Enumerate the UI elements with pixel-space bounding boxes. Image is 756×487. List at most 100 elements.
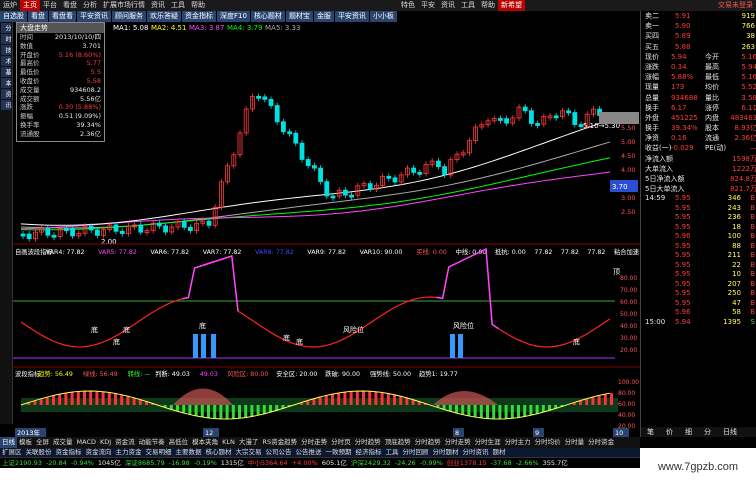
function-tab[interactable]: 深度F10 <box>217 11 250 22</box>
function-tab[interactable]: 看盘 <box>28 11 48 22</box>
tool-tab[interactable]: 关联股份 <box>24 448 54 457</box>
tool-tab[interactable]: 公司公告 <box>264 448 294 457</box>
indicator-tab[interactable]: 模板 <box>17 437 34 448</box>
quote-value: 483463 <box>730 113 756 122</box>
menu-item[interactable]: 扩展市场行情 <box>100 0 148 11</box>
menu-item[interactable]: 工具 <box>458 0 478 11</box>
tool-tab[interactable]: 工具 <box>384 448 401 457</box>
tick-direction: B <box>750 232 755 241</box>
indicator-tab[interactable]: 资金流 <box>113 437 137 448</box>
indicator-tab[interactable]: 分时主力 <box>503 437 533 448</box>
login-status[interactable]: 交易未登录 <box>715 0 756 11</box>
wave-bar <box>45 397 49 405</box>
tool-tab[interactable]: 公告推送 <box>294 448 324 457</box>
tool-tab[interactable]: 分时回顾 <box>401 448 431 457</box>
price-axis-label: 5.50 <box>621 124 635 132</box>
indicator-tab[interactable]: 分时资金 <box>586 437 616 448</box>
left-strip-button[interactable]: 时 <box>1 34 11 44</box>
menu-item[interactable]: 看盘 <box>60 0 80 11</box>
info-row: 振幅 0.51 (9.09%) <box>17 112 104 121</box>
left-strip-button[interactable]: 术 <box>1 56 11 66</box>
indicator-tab[interactable]: MACD <box>75 437 98 448</box>
wave-bar <box>386 393 390 405</box>
quote-tab[interactable]: 分 <box>698 427 717 437</box>
indicator-tab[interactable]: 日线 <box>0 437 17 448</box>
function-tab[interactable]: 平安资讯 <box>334 11 369 22</box>
left-strip-button[interactable]: 资 <box>1 89 11 99</box>
indicator-tab[interactable]: 分时趋势 <box>353 437 383 448</box>
menu-item[interactable]: 特色 <box>398 0 418 11</box>
candle-body <box>435 160 441 167</box>
left-strip-button[interactable]: 技 <box>1 45 11 55</box>
indicator-tab[interactable]: 顶底趋势 <box>383 437 413 448</box>
tool-tab[interactable]: 核心题材 <box>204 448 234 457</box>
candle-body <box>392 177 398 183</box>
indicator-tab[interactable]: 分时趋势 <box>413 437 443 448</box>
tool-tab[interactable]: 大宗交易 <box>234 448 264 457</box>
tool-tab[interactable]: 一致预期 <box>324 448 354 457</box>
function-tab[interactable]: 题材宝 <box>285 11 313 22</box>
tick-volume: 100 <box>727 232 741 241</box>
indicator-tab[interactable]: 全屏 <box>34 437 51 448</box>
menu-item[interactable]: 资讯 <box>438 0 458 11</box>
indicator-tab[interactable]: 高低位 <box>167 437 191 448</box>
indicator-tab[interactable]: 分时走势 <box>443 437 473 448</box>
wave-bar <box>194 405 198 416</box>
indicator-tab[interactable]: KLN <box>220 437 237 448</box>
tool-tab[interactable]: 资金指标 <box>54 448 84 457</box>
indicator-tab[interactable]: 大漫了 <box>237 437 261 448</box>
indicator-tab[interactable]: 分时量 <box>563 437 587 448</box>
menu-item[interactable]: 帮助 <box>188 0 208 11</box>
tool-tab[interactable]: 主力资金 <box>114 448 144 457</box>
indicator-tab[interactable]: RS资金趋势 <box>260 437 299 448</box>
menu-item[interactable]: 资讯 <box>148 0 168 11</box>
menu-item[interactable]: 主页 <box>20 0 40 11</box>
menu-item[interactable]: 分析 <box>80 0 100 11</box>
indicator-tab[interactable]: 模本夹角 <box>190 437 220 448</box>
menu-item[interactable]: 平台 <box>40 0 60 11</box>
indicator-tab[interactable]: 分时均价 <box>533 437 563 448</box>
function-tab[interactable]: 顾问服务 <box>112 11 146 22</box>
function-tab[interactable]: 资金指标 <box>182 11 216 22</box>
quote-tab[interactable]: 价 <box>660 427 679 437</box>
function-tab[interactable]: 平安资讯 <box>77 11 111 22</box>
left-strip-button[interactable]: 分 <box>1 23 11 33</box>
tick-direction: B <box>750 213 755 222</box>
tool-tab[interactable]: 分时资讯 <box>461 448 491 457</box>
chart-area[interactable]: MA1: 5.08 MA2: 4.51 MA3: 3.87 MA4: 3.79 MA5:… <box>13 22 640 437</box>
function-tab[interactable]: 核心题材 <box>250 11 285 22</box>
tool-tab[interactable]: 经济指标 <box>354 448 384 457</box>
function-tab[interactable]: 看盘看 <box>49 11 76 22</box>
quote-tab[interactable]: 笔 <box>641 427 660 437</box>
tool-tab[interactable]: 题材 <box>491 448 508 457</box>
indicator-tab[interactable]: 成交量 <box>51 437 75 448</box>
period-tab[interactable]: 日线 <box>717 427 743 437</box>
tool-tab[interactable]: 扩展区 <box>0 448 24 457</box>
function-tab[interactable]: 小小板 <box>369 11 397 22</box>
indicator-tab[interactable]: 动能节奏 <box>137 437 167 448</box>
indicator-tab[interactable]: 分时页 <box>329 437 353 448</box>
wave-bar <box>442 405 446 409</box>
tool-tab[interactable]: 主要数据 <box>174 448 204 457</box>
band-axis-label: 20.00 <box>620 347 637 354</box>
indicator-tab[interactable]: 分时生涯 <box>473 437 503 448</box>
tool-tab[interactable]: 交易明细 <box>144 448 174 457</box>
menu-item[interactable]: 帮助 <box>478 0 498 11</box>
info-value: 5.56亿 <box>80 94 101 103</box>
function-tab[interactable]: 自选股 <box>0 11 27 22</box>
left-strip-button[interactable]: 讯 <box>1 100 11 110</box>
indicator-tab[interactable]: KDJ <box>98 437 113 448</box>
quote-tab[interactable]: 细 <box>679 427 698 437</box>
menu-item[interactable]: 工具 <box>168 0 188 11</box>
menu-item[interactable]: 运炉 <box>0 0 20 11</box>
menu-item[interactable]: 平安 <box>418 0 438 11</box>
wave-bar <box>510 405 514 419</box>
left-strip-button[interactable]: 基 <box>1 67 11 77</box>
function-tab[interactable]: 欢乐答疑 <box>147 11 181 22</box>
tool-tab[interactable]: 分时题材 <box>431 448 461 457</box>
tool-tab[interactable]: 资金流向 <box>84 448 114 457</box>
info-value: 5.58 <box>86 76 101 85</box>
function-tab[interactable]: 金服 <box>313 11 334 22</box>
indicator-tab[interactable]: 分时走势 <box>299 437 329 448</box>
left-strip-button[interactable]: 本 <box>1 78 11 88</box>
